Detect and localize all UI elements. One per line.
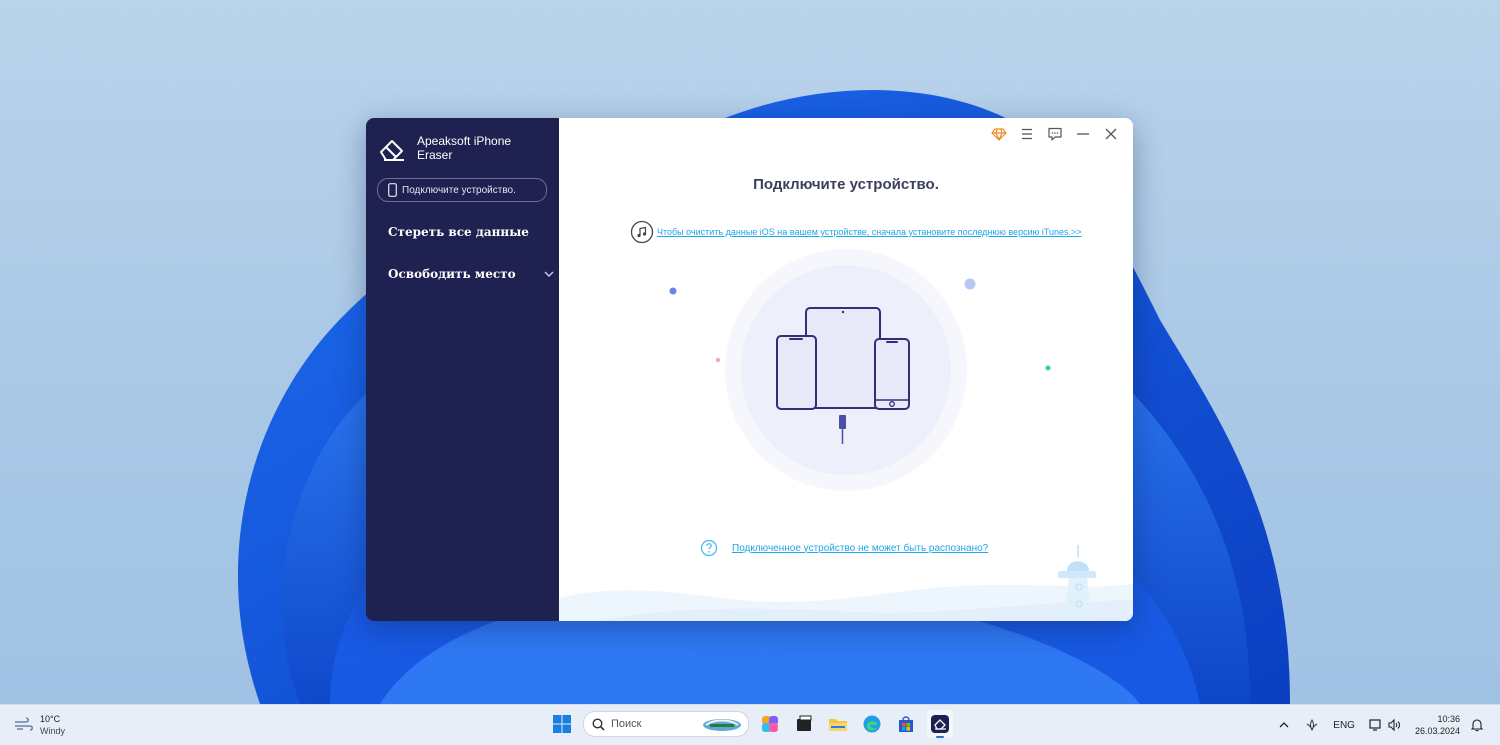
taskbar-apps: Поиск <box>549 710 953 738</box>
windows-icon <box>553 715 571 733</box>
phone-icon <box>388 183 397 197</box>
eraser-app-icon <box>931 715 949 733</box>
decorative-waves <box>559 545 1133 621</box>
network-icon <box>1369 719 1381 731</box>
sidebar-item-erase-all[interactable]: Стереть все данные <box>388 225 529 239</box>
clock-date: 26.03.2024 <box>1414 726 1460 736</box>
search-placeholder: Поиск <box>611 718 642 730</box>
search-icon <box>592 717 605 731</box>
diamond-icon <box>991 128 1007 141</box>
sidebar-item-label: Стереть все данные <box>388 225 529 239</box>
chevron-up-icon <box>1279 722 1289 728</box>
wind-icon <box>15 717 33 731</box>
premium-button[interactable] <box>991 126 1007 142</box>
close-button[interactable] <box>1103 126 1119 142</box>
itunes-install-link[interactable]: Чтобы очистить данные iOS на вашем устро… <box>657 227 1082 237</box>
device-status-text: Подключите устройство. <box>402 184 516 196</box>
itunes-hint: Чтобы очистить данные iOS на вашем устро… <box>630 220 1082 244</box>
minimize-icon <box>1077 133 1089 135</box>
notifications-button[interactable] <box>1470 718 1484 732</box>
iphone-eraser-app[interactable] <box>927 710 953 738</box>
store-icon <box>899 716 913 732</box>
device-status-pill[interactable]: Подключите устройство. <box>377 178 547 202</box>
folder-icon <box>829 719 847 731</box>
store-app[interactable] <box>893 710 919 738</box>
app-name: Apeaksoft iPhone Eraser <box>417 134 512 162</box>
start-button[interactable] <box>549 710 575 738</box>
clock[interactable]: 10:36 26.03.2024 <box>1415 713 1460 737</box>
app-logo-row: Apeaksoft iPhone Eraser <box>378 134 527 162</box>
window-controls <box>991 126 1119 142</box>
sidebar-item-free-space[interactable]: Освободить место <box>388 267 554 281</box>
weather-desc: Windy <box>40 726 66 736</box>
sidebar: Apeaksoft iPhone Eraser Подключите устро… <box>366 118 559 621</box>
volume-icon <box>1388 718 1400 732</box>
bell-icon <box>1470 719 1484 732</box>
language-indicator[interactable]: ENG <box>1333 720 1355 731</box>
edge-icon <box>863 715 881 733</box>
copilot-icon <box>762 716 778 732</box>
sidebar-item-label: Освободить место <box>388 267 516 281</box>
feedback-button[interactable] <box>1047 126 1063 142</box>
chevron-down-icon <box>544 271 554 277</box>
tray-app-button[interactable] <box>1305 718 1319 732</box>
close-icon <box>1105 128 1117 140</box>
task-view-app[interactable] <box>791 710 817 738</box>
weather-temp: 10°C <box>40 714 61 724</box>
taskbar: 10°C Windy Поиск ENG 10:36 26.03.2024 <box>0 704 1500 745</box>
copilot-app[interactable] <box>757 710 783 738</box>
task-view-icon <box>797 715 812 731</box>
clock-time: 10:36 <box>1437 714 1460 724</box>
taskbar-search[interactable]: Поиск <box>583 711 749 737</box>
menu-button[interactable] <box>1019 126 1035 142</box>
connect-device-illustration <box>669 249 1051 491</box>
show-hidden-icons-button[interactable] <box>1277 718 1291 732</box>
edge-app[interactable] <box>859 710 885 738</box>
tray-app-icon <box>1307 719 1318 731</box>
music-note-icon <box>630 220 654 244</box>
weather-widget[interactable]: 10°C Windy <box>14 713 65 737</box>
file-explorer-app[interactable] <box>825 710 851 738</box>
menu-icon <box>1022 128 1032 140</box>
system-tray: ENG 10:36 26.03.2024 <box>1277 705 1500 745</box>
weather-text: 10°C Windy <box>40 713 65 737</box>
search-highlight-image <box>703 719 741 731</box>
eraser-logo-icon <box>380 140 404 161</box>
app-window: Apeaksoft iPhone Eraser Подключите устро… <box>366 118 1133 621</box>
chat-icon <box>1048 127 1062 141</box>
page-title: Подключите устройство. <box>753 176 939 193</box>
main-panel: Подключите устройство. Чтобы очистить да… <box>559 118 1133 621</box>
minimize-button[interactable] <box>1075 126 1091 142</box>
network-sound-button[interactable] <box>1369 718 1401 732</box>
